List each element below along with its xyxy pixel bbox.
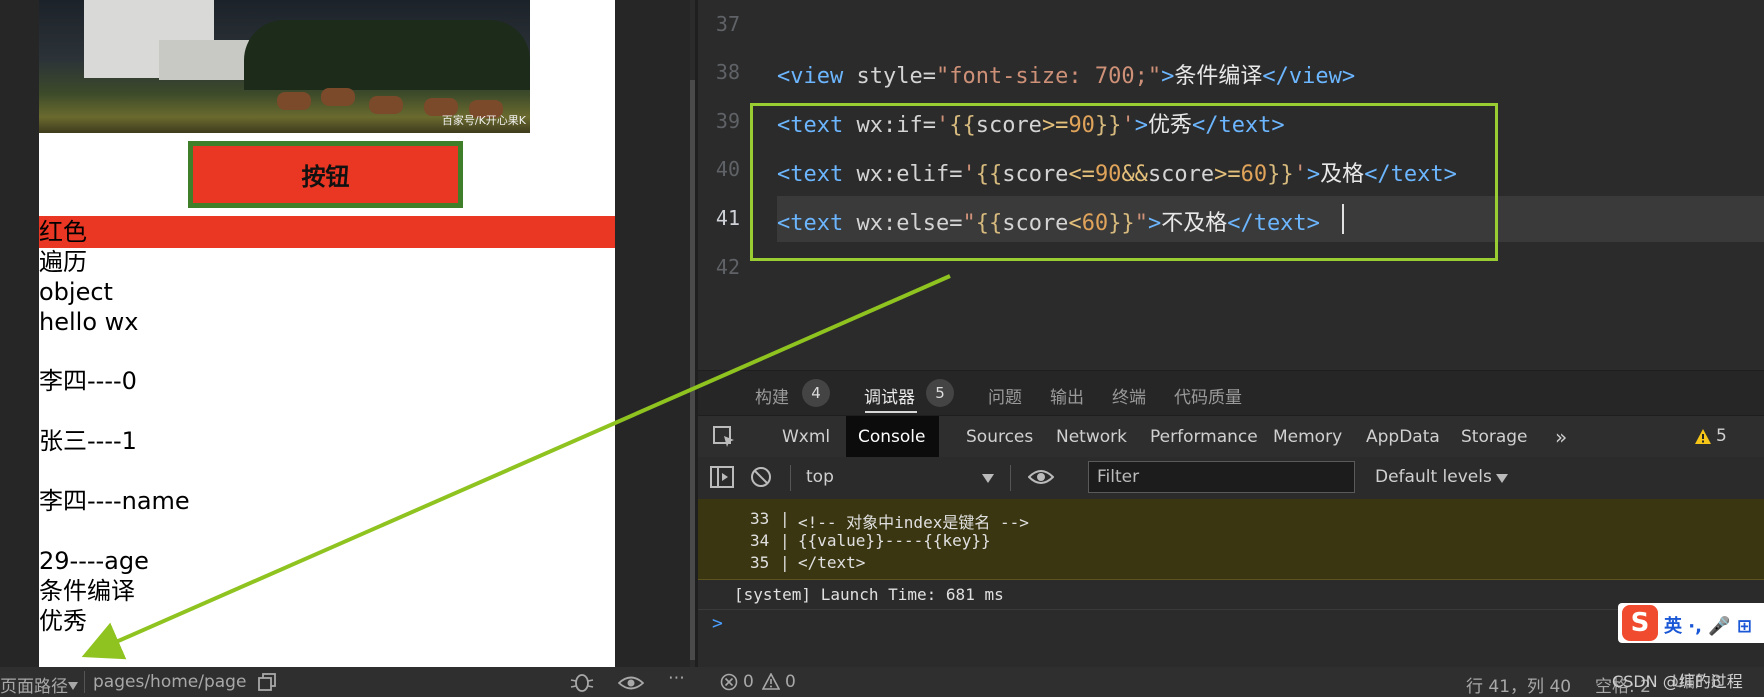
text-red: 红色: [39, 218, 87, 246]
more-tabs-button[interactable]: »: [1543, 416, 1579, 458]
log-levels-select[interactable]: Default levels: [1375, 467, 1492, 487]
launch-time-text: [system] Launch Time: 681 ms: [734, 585, 1004, 604]
line-number: 41: [715, 206, 740, 230]
tab-performance[interactable]: Performance: [1138, 416, 1270, 458]
tab-wxml[interactable]: Wxml: [770, 416, 842, 458]
copy-icon[interactable]: [258, 673, 276, 696]
simulator-button[interactable]: 按钮: [188, 141, 463, 208]
console-line-number: 33: [750, 509, 770, 528]
banner-image: 百家号/K开心果K: [39, 0, 530, 133]
tab-terminal[interactable]: 终端: [1112, 383, 1146, 408]
text-hello: hello wx: [39, 308, 139, 336]
warning-icon[interactable]: [1694, 428, 1712, 449]
code-line-38[interactable]: <view style="font-size: 700;">条件编译</view…: [777, 58, 1355, 90]
list-item: 李四----0: [39, 367, 137, 395]
page-path: pages/home/page: [93, 672, 247, 692]
text-conditional: 条件编译: [39, 577, 135, 605]
bug-icon[interactable]: [570, 672, 594, 697]
text-object: object: [39, 278, 113, 306]
tab-network[interactable]: Network: [1044, 416, 1139, 458]
simulator-screen[interactable]: 百家号/K开心果K 按钮 红色 遍历 object hello wx 李四---…: [39, 0, 615, 667]
text-traverse: 遍历: [39, 248, 87, 276]
filter-input[interactable]: [1088, 461, 1355, 493]
console-line-number: 35: [750, 553, 770, 572]
annotation-box: [750, 103, 1498, 261]
console-line-text: {{value}}----{{key}}: [798, 531, 991, 550]
cursor-position[interactable]: 行 41，列 40: [1466, 672, 1571, 697]
context-select[interactable]: top: [806, 467, 834, 487]
console-prompt[interactable]: >: [712, 613, 723, 634]
warning-count[interactable]: 0: [785, 672, 796, 692]
status-divider: [84, 671, 85, 693]
image-watermark: 百家号/K开心果K: [441, 114, 526, 127]
error-icon[interactable]: [720, 673, 738, 696]
list-item: 李四----name: [39, 487, 190, 515]
warning-message: 33 | <!-- 对象中index是键名 --> 34 | {{value}}…: [698, 499, 1764, 580]
list-item: 张三----1: [39, 427, 137, 455]
text-excellent: 优秀: [39, 607, 87, 635]
tab-sources[interactable]: Sources: [954, 416, 1045, 458]
console-line-text: <!-- 对象中index是键名 -->: [798, 513, 1029, 532]
preview-eye-icon[interactable]: [617, 674, 645, 697]
warning-outline-icon[interactable]: [761, 672, 781, 695]
chevron-down-icon[interactable]: [68, 676, 78, 696]
console-line-separator: |: [780, 509, 790, 528]
line-number: 42: [715, 255, 740, 279]
ime-toolbar[interactable]: S 英 ·, 🎤 ⊞: [1618, 603, 1764, 643]
tab-appdata[interactable]: AppData: [1354, 416, 1452, 458]
tab-debugger[interactable]: 调试器: [864, 383, 915, 408]
console-line-text: </text>: [798, 553, 866, 572]
debugger-count-badge: 5: [926, 379, 954, 407]
sidebar-toggle-icon[interactable]: [710, 466, 734, 492]
chevron-down-icon[interactable]: [1496, 469, 1508, 488]
status-bar: 页面路径 pages/home/page ⋯ 0 0 行 41，列 40 空格:…: [0, 667, 1764, 697]
ime-status[interactable]: 英 ·, 🎤 ⊞: [1664, 612, 1752, 638]
console-line-separator: |: [780, 531, 790, 550]
devtools-tabbar: Wxml Console Sources Network Performance…: [698, 415, 1764, 459]
page-path-label[interactable]: 页面路径: [0, 672, 68, 697]
panel-tabbar: 构建 4 调试器 5 问题 输出 终端 代码质量: [698, 370, 1764, 416]
active-tab-underline: [865, 411, 917, 413]
console-toolbar: top Default levels: [698, 457, 1764, 500]
sogou-logo-icon: S: [1622, 605, 1658, 641]
console-output[interactable]: 33 | <!-- 对象中index是键名 --> 34 | {{value}}…: [698, 499, 1764, 667]
list-item: 29----age: [39, 547, 149, 575]
console-line-separator: |: [780, 553, 790, 572]
toolbar-divider: [1010, 465, 1011, 491]
tab-output[interactable]: 输出: [1050, 383, 1084, 408]
csdn-watermark: CSDN @编的过程: [1612, 672, 1743, 691]
system-message: [system] Launch Time: 681 ms: [698, 579, 1764, 610]
chevron-down-icon[interactable]: [982, 469, 994, 488]
more-options-icon[interactable]: ⋯: [668, 668, 685, 688]
tab-problems[interactable]: 问题: [988, 383, 1022, 408]
tab-code-quality[interactable]: 代码质量: [1174, 383, 1242, 408]
tab-memory[interactable]: Memory: [1261, 416, 1354, 458]
line-number: 40: [715, 157, 740, 181]
tab-storage[interactable]: Storage: [1449, 416, 1540, 458]
console-line-number: 34: [750, 531, 770, 550]
warning-count[interactable]: 5: [1716, 426, 1727, 446]
build-count-badge: 4: [802, 379, 830, 407]
line-number: 37: [715, 12, 740, 36]
eye-icon[interactable]: [1027, 467, 1055, 491]
tab-build[interactable]: 构建: [755, 383, 789, 408]
line-number: 38: [715, 60, 740, 84]
clear-console-icon[interactable]: [750, 466, 772, 492]
inspect-element-icon[interactable]: [712, 425, 736, 453]
red-bar: [39, 216, 615, 248]
toolbar-divider: [790, 465, 791, 491]
line-number: 39: [715, 109, 740, 133]
tab-console[interactable]: Console: [846, 416, 939, 458]
error-count[interactable]: 0: [743, 672, 754, 692]
